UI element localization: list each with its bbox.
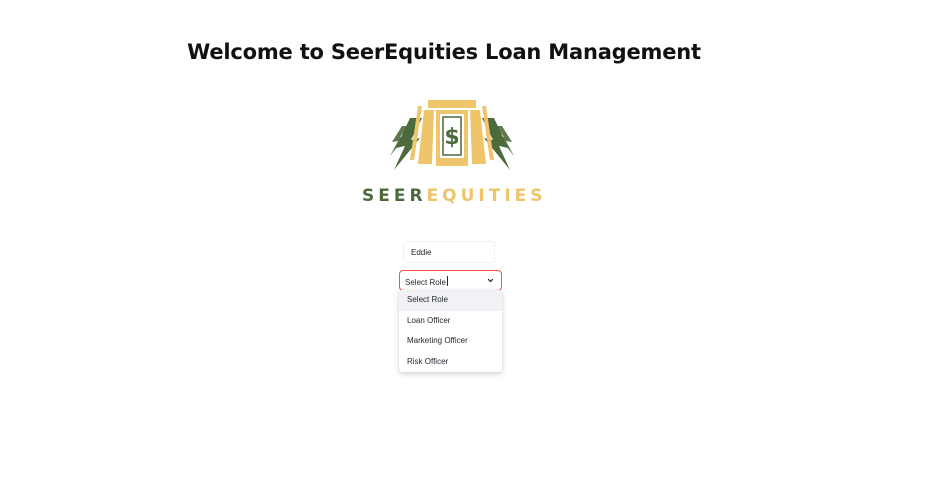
page-title: Welcome to SeerEquities Loan Management: [187, 40, 701, 64]
svg-text:$: $: [444, 125, 459, 150]
seerequities-logo: $ SEEREQUITIES: [362, 96, 543, 212]
role-dropdown-menu: Select Role Loan Officer Marketing Offic…: [399, 290, 502, 372]
role-select[interactable]: Select Role: [399, 270, 502, 291]
name-input[interactable]: [403, 241, 495, 263]
role-option-loan-officer[interactable]: Loan Officer: [399, 311, 502, 332]
role-select-text: Select Role: [405, 278, 446, 287]
role-option-select-role[interactable]: Select Role: [399, 290, 502, 311]
logo-word-equities: EQUITIES: [426, 186, 547, 206]
text-cursor: [446, 276, 448, 286]
role-select-value: Select Role: [405, 276, 448, 287]
logo-wordmark: SEEREQUITIES: [362, 186, 543, 206]
logo-emblem-icon: $: [390, 100, 514, 170]
chevron-down-icon: [487, 278, 494, 283]
role-option-marketing-officer[interactable]: Marketing Officer: [399, 331, 502, 352]
logo-word-seer: SEER: [362, 186, 427, 206]
role-option-risk-officer[interactable]: Risk Officer: [399, 352, 502, 373]
login-page: Welcome to SeerEquities Loan Management …: [0, 0, 936, 498]
